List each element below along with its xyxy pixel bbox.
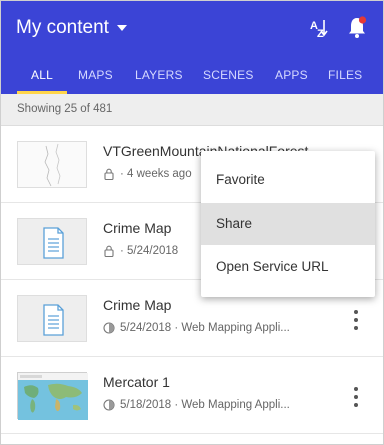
vector-map-thumbnail [17,141,87,188]
menu-item-open-service-url[interactable]: Open Service URL [201,246,375,288]
lock-icon [104,245,114,257]
item-meta-text: · 5/24/2018 [120,245,179,257]
chevron-down-icon [116,25,127,31]
menu-item-share[interactable]: Share [201,203,375,245]
item-meta: 5/18/2018 · Web Mapping Appli... [103,399,290,411]
item-meta-text: 5/18/2018 · Web Mapping Appli... [120,399,290,411]
item-meta: · 4 weeks ago [103,168,192,180]
shared-icon [103,322,115,334]
menu-item-label: Favorite [216,172,265,187]
item-meta: 5/24/2018 · Web Mapping Appli... [103,322,290,334]
notification-dot-icon [358,16,367,24]
more-options-icon[interactable] [350,310,362,330]
item-meta-text: 5/24/2018 · Web Mapping Appli... [120,322,290,334]
item-title[interactable]: Mercator 1 [103,374,170,390]
lock-icon [104,168,114,180]
menu-item-label: Share [216,216,253,231]
tab-scenes[interactable]: SCENES [203,68,254,82]
content-tabs: ALL MAPS LAYERS SCENES APPS FILES [1,59,383,94]
list-item[interactable]: Mercator 1 5/18/2018 · Web Mapping Appli… [1,357,383,434]
app-header: My content A Z ALL MAPS LAYERS SCENES AP… [1,1,383,94]
tab-files[interactable]: FILES [328,68,362,82]
item-meta: · 5/24/2018 [103,245,178,257]
menu-item-label: Open Service URL [216,259,329,274]
tab-apps[interactable]: APPS [275,68,308,82]
results-summary: Showing 25 of 481 [1,94,383,126]
sort-alpha-icon[interactable]: A Z [309,17,331,39]
page-title: My content [16,17,109,38]
item-context-menu: Favorite Share Open Service URL [201,151,375,297]
tab-layers[interactable]: LAYERS [135,68,183,82]
item-title[interactable]: Crime Map [103,220,171,236]
bell-icon[interactable] [346,15,368,39]
item-title[interactable]: Crime Map [103,297,171,313]
more-options-icon[interactable] [350,387,362,407]
content-filter-dropdown[interactable]: My content [16,17,127,39]
item-meta-text: · 4 weeks ago [120,168,192,180]
shared-icon [103,399,115,411]
document-thumbnail [17,295,87,342]
app-frame: My content A Z ALL MAPS LAYERS SCENES AP… [0,0,384,445]
tab-all[interactable]: ALL [31,68,53,82]
world-map-thumbnail [17,372,88,420]
tab-maps[interactable]: MAPS [78,68,113,82]
results-count: Showing 25 of 481 [17,103,113,115]
menu-item-favorite[interactable]: Favorite [201,159,375,201]
document-thumbnail [17,218,87,265]
